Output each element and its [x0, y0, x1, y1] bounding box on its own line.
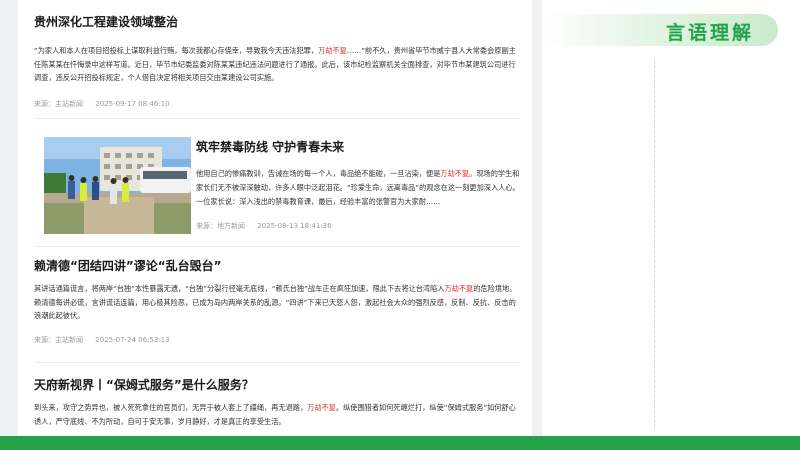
article-title[interactable]: 天府新视界丨“保姆式服务”是什么服务？ [34, 377, 520, 393]
keyword-highlight: 万劫不复 [307, 403, 336, 412]
keyword-highlight: 万劫不复 [440, 169, 470, 178]
article-meta: 来源：主站新闻 2025-07-24 06:53:13 [34, 335, 520, 345]
article-source: 来源：主站新闻 [34, 335, 83, 344]
article-snippet: 其讲话通篇谎言，将两岸“台独”本性暴露无遗，“台独”分裂行径毫无底线，“赖氏台独… [34, 282, 520, 323]
article-date: 2025-09-17 08:46:10 [95, 99, 170, 108]
snippet-text: 其讲话通篇谎言，将两岸“台独”本性暴露无遗，“台独”分裂行径毫无底线，“赖氏台独… [34, 284, 445, 293]
news-article[interactable]: 天府新视界丨“保姆式服务”是什么服务？ 到头来，攻守之势异也，被人死死拿住的官员… [34, 377, 520, 428]
dashed-guide-line [654, 60, 655, 428]
news-article[interactable]: 筑牢禁毒防线 守护青春未来 他用自己的惨痛教训，告诫在场的每一个人，毒品绝不能碰… [196, 139, 520, 231]
news-list-panel: 贵州深化工程建设领域整治 “为家人和本人在项目招投标上谋取利益行贿，每次我都心存… [18, 0, 532, 436]
article-date: 2025-08-13 18:41:36 [257, 222, 332, 230]
divider [34, 362, 520, 363]
snippet-text: 到头来，攻守之势异也，被人死死拿住的官员们，无异于被人套上了缰绳，再无退路， [34, 403, 308, 412]
article-title[interactable]: 贵州深化工程建设领域整治 [34, 14, 520, 30]
article-meta: 来源：主站新闻 2025-09-17 08:46:10 [34, 99, 520, 109]
news-article[interactable]: 赖清德“团结四讲”谬论“乱台毁台” 其讲话通篇谎言，将两岸“台独”本性暴露无遗，… [34, 258, 520, 345]
bottom-accent-bar [0, 436, 800, 450]
article-snippet: 他用自己的惨痛教训，告诫在场的每一个人，毒品绝不能碰，一旦沾染，便是万劫不复。现… [196, 167, 520, 209]
article-thumbnail-image[interactable] [44, 137, 191, 234]
snippet-text: 他用自己的惨痛教训，告诫在场的每一个人，毒品绝不能碰，一旦沾染，便是 [196, 169, 441, 178]
section-title: 言语理解 [665, 22, 754, 44]
section-header: 言语理解 [542, 14, 778, 46]
divider [34, 246, 520, 247]
article-snippet: 到头来，攻守之势异也，被人死死拿住的官员们，无异于被人套上了缰绳，再无退路，万劫… [34, 401, 520, 428]
article-source: 来源：主站新闻 [34, 99, 83, 108]
article-source: 来源：地方新闻 [196, 222, 245, 230]
news-article[interactable]: 贵州深化工程建设领域整治 “为家人和本人在项目招投标上谋取利益行贿，每次我都心存… [34, 14, 520, 109]
snippet-text: “为家人和本人在项目招投标上谋取利益行贿，每次我都心存侥幸，导致我今天违法犯罪， [34, 46, 319, 55]
article-title[interactable]: 赖清德“团结四讲”谬论“乱台毁台” [34, 258, 520, 274]
article-meta: 来源：地方新闻 2025-08-13 18:41:36 [196, 221, 520, 231]
divider [34, 118, 520, 119]
article-date: 2025-07-24 06:53:13 [95, 335, 170, 344]
keyword-highlight: 万劫不复 [444, 284, 474, 293]
article-snippet: “为家人和本人在项目招投标上谋取利益行贿，每次我都心存侥幸，导致我今天违法犯罪，… [34, 44, 520, 85]
keyword-highlight: 万劫不复 [318, 46, 347, 55]
article-title[interactable]: 筑牢禁毒防线 守护青春未来 [196, 139, 520, 155]
side-panel: 言语理解 [542, 0, 800, 436]
